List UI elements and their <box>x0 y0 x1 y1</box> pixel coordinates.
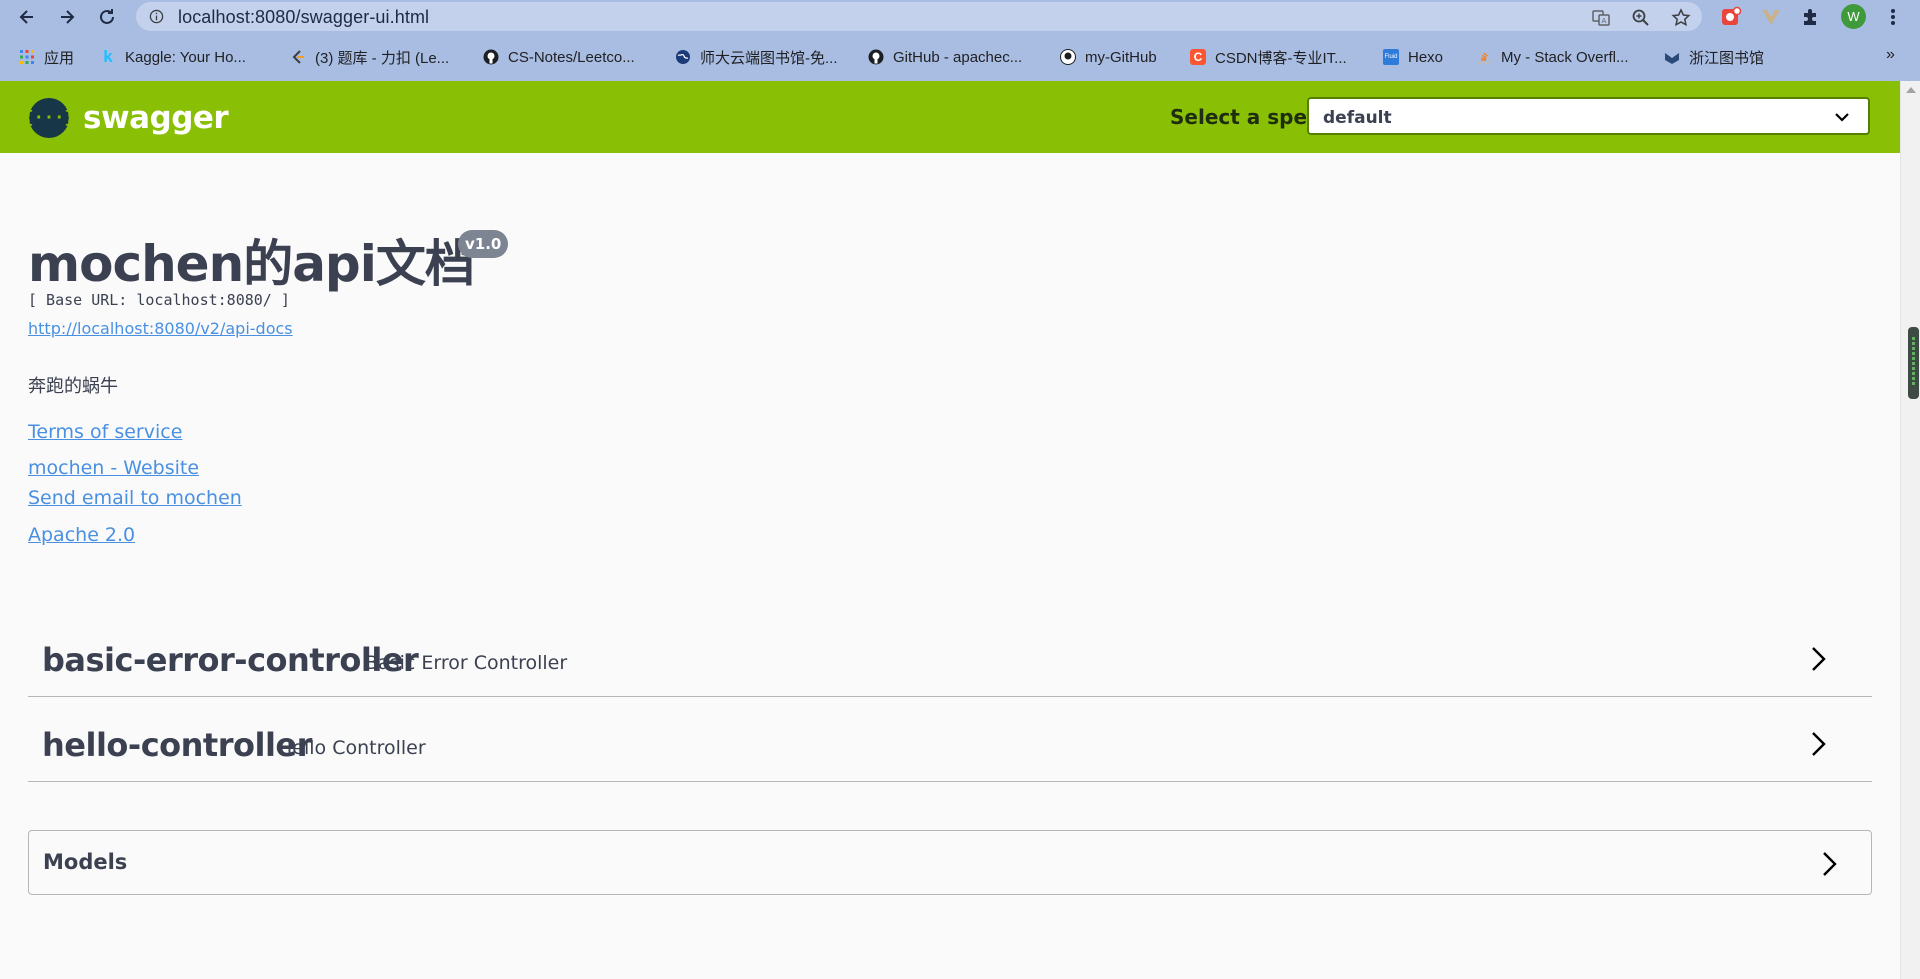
svg-text:A: A <box>1602 17 1607 25</box>
license-link[interactable]: Apache 2.0 <box>28 524 135 546</box>
chevron-right-icon <box>1823 852 1837 876</box>
scrollbar-thumb[interactable] <box>1908 327 1919 399</box>
bookmark-kaggle[interactable]: k Kaggle: Your Ho... <box>100 46 246 68</box>
swagger-logo-icon: {···} <box>23 98 75 138</box>
select-spec-label: Select a spec <box>1170 105 1319 129</box>
chevron-down-icon <box>1835 113 1849 122</box>
bookmark-label: 师大云端图书馆-免... <box>700 49 838 67</box>
bookmarks-overflow-button[interactable]: » <box>1886 46 1895 64</box>
profile-avatar[interactable]: W <box>1841 4 1866 29</box>
bookmark-library-cloud[interactable]: 师大云端图书馆-免... <box>675 46 838 68</box>
page-scrollbar[interactable] <box>1900 81 1920 979</box>
bookmark-label: GitHub - apachec... <box>893 48 1023 66</box>
bookmark-cs-notes[interactable]: CS-Notes/Leetco... <box>483 46 635 68</box>
scroll-up-arrow-icon[interactable] <box>1906 87 1916 93</box>
browser-chrome: localhost:8080/swagger-ui.html A W 应用 k … <box>0 0 1920 81</box>
tag-basic-error-controller[interactable]: basic-error-controller Basic Error Contr… <box>28 612 1872 697</box>
base-url: [ Base URL: localhost:8080/ ] <box>28 291 290 309</box>
library-icon <box>1664 49 1680 65</box>
bookmark-my-github[interactable]: my-GitHub <box>1060 46 1157 68</box>
apps-grid-icon <box>19 49 35 65</box>
bookmark-hexo[interactable]: Fluid Hexo <box>1383 46 1443 68</box>
browser-menu-icon[interactable] <box>1881 5 1905 29</box>
tag-description: Hello Controller <box>278 737 426 759</box>
csdn-icon: C <box>1190 49 1206 65</box>
models-section[interactable]: Models <box>28 830 1872 895</box>
bookmark-label: Kaggle: Your Ho... <box>125 48 246 66</box>
back-button[interactable] <box>13 3 41 31</box>
globe-icon <box>675 49 691 65</box>
chevron-right-icon <box>1812 732 1826 756</box>
swagger-logo-text: swagger <box>83 100 229 136</box>
models-label: Models <box>43 850 128 874</box>
github-icon <box>868 49 884 65</box>
website-link[interactable]: mochen - Website <box>28 457 199 479</box>
translate-icon[interactable]: A <box>1591 8 1611 28</box>
tag-description: Basic Error Controller <box>365 652 568 674</box>
terms-of-service-link[interactable]: Terms of service <box>28 421 182 443</box>
stackoverflow-icon <box>1476 49 1492 65</box>
api-description: 奔跑的蜗牛 <box>28 376 118 397</box>
bookmark-github-apache[interactable]: GitHub - apachec... <box>868 46 1022 68</box>
bookmark-label: (3) 题库 - 力扣 (Le... <box>315 49 450 67</box>
bookmark-zj-library[interactable]: 浙江图书馆 <box>1664 46 1764 68</box>
spec-select[interactable]: default <box>1307 97 1870 135</box>
bookmark-label: my-GitHub <box>1085 48 1157 66</box>
tag-name: basic-error-controller <box>42 641 419 679</box>
bookmark-leetcode[interactable]: (3) 题库 - 力扣 (Le... <box>290 46 449 68</box>
url-text: localhost:8080/swagger-ui.html <box>178 7 430 27</box>
swagger-topbar: {···} swagger Select a spec default <box>0 81 1900 153</box>
bookmarks-bar: 应用 k Kaggle: Your Ho... (3) 题库 - 力扣 (Le.… <box>0 43 1920 71</box>
email-link[interactable]: Send email to mochen <box>28 487 242 509</box>
site-info-icon[interactable] <box>149 9 164 24</box>
tag-name: hello-controller <box>42 726 312 764</box>
version-badge: v1.0 <box>458 230 509 258</box>
swagger-logo[interactable]: {···} swagger <box>23 98 229 138</box>
zoom-icon[interactable] <box>1631 8 1651 28</box>
bookmark-csdn[interactable]: C CSDN博客-专业IT... <box>1190 46 1347 68</box>
bookmark-label: My - Stack Overfl... <box>1501 48 1629 66</box>
bookmark-label: CSDN博客-专业IT... <box>1215 49 1347 67</box>
vue-devtools-icon[interactable] <box>1759 5 1783 29</box>
bookmark-stackoverflow[interactable]: My - Stack Overfl... <box>1476 46 1629 68</box>
leetcode-icon <box>290 49 306 65</box>
address-bar[interactable]: localhost:8080/swagger-ui.html A <box>136 2 1702 31</box>
chevron-right-icon <box>1812 647 1826 671</box>
bookmark-label: 浙江图书馆 <box>1689 49 1765 67</box>
bookmark-label: Hexo <box>1408 48 1444 66</box>
forward-button[interactable] <box>53 3 81 31</box>
bookmark-label: CS-Notes/Leetco... <box>508 48 635 66</box>
extensions-puzzle-icon[interactable] <box>1799 5 1823 29</box>
github-icon <box>483 49 499 65</box>
fluid-icon: Fluid <box>1383 49 1399 65</box>
bookmark-star-icon[interactable] <box>1671 8 1691 28</box>
browser-toolbar: localhost:8080/swagger-ui.html A W <box>0 0 1920 33</box>
page-title: mochen的api文档 <box>28 235 475 293</box>
kaggle-icon: k <box>103 47 113 66</box>
back-arrow-icon <box>19 10 33 24</box>
forward-arrow-icon <box>61 10 75 24</box>
bookmark-apps[interactable]: 应用 <box>19 46 74 68</box>
bookmark-label: 应用 <box>44 49 75 67</box>
extension-badge-icon[interactable] <box>1719 5 1743 29</box>
spec-select-value: default <box>1323 108 1392 128</box>
tag-hello-controller[interactable]: hello-controller Hello Controller <box>28 697 1872 782</box>
reload-button[interactable] <box>93 3 121 31</box>
api-docs-link[interactable]: http://localhost:8080/v2/api-docs <box>28 319 293 338</box>
github-icon <box>1060 49 1076 65</box>
reload-icon <box>100 9 114 24</box>
